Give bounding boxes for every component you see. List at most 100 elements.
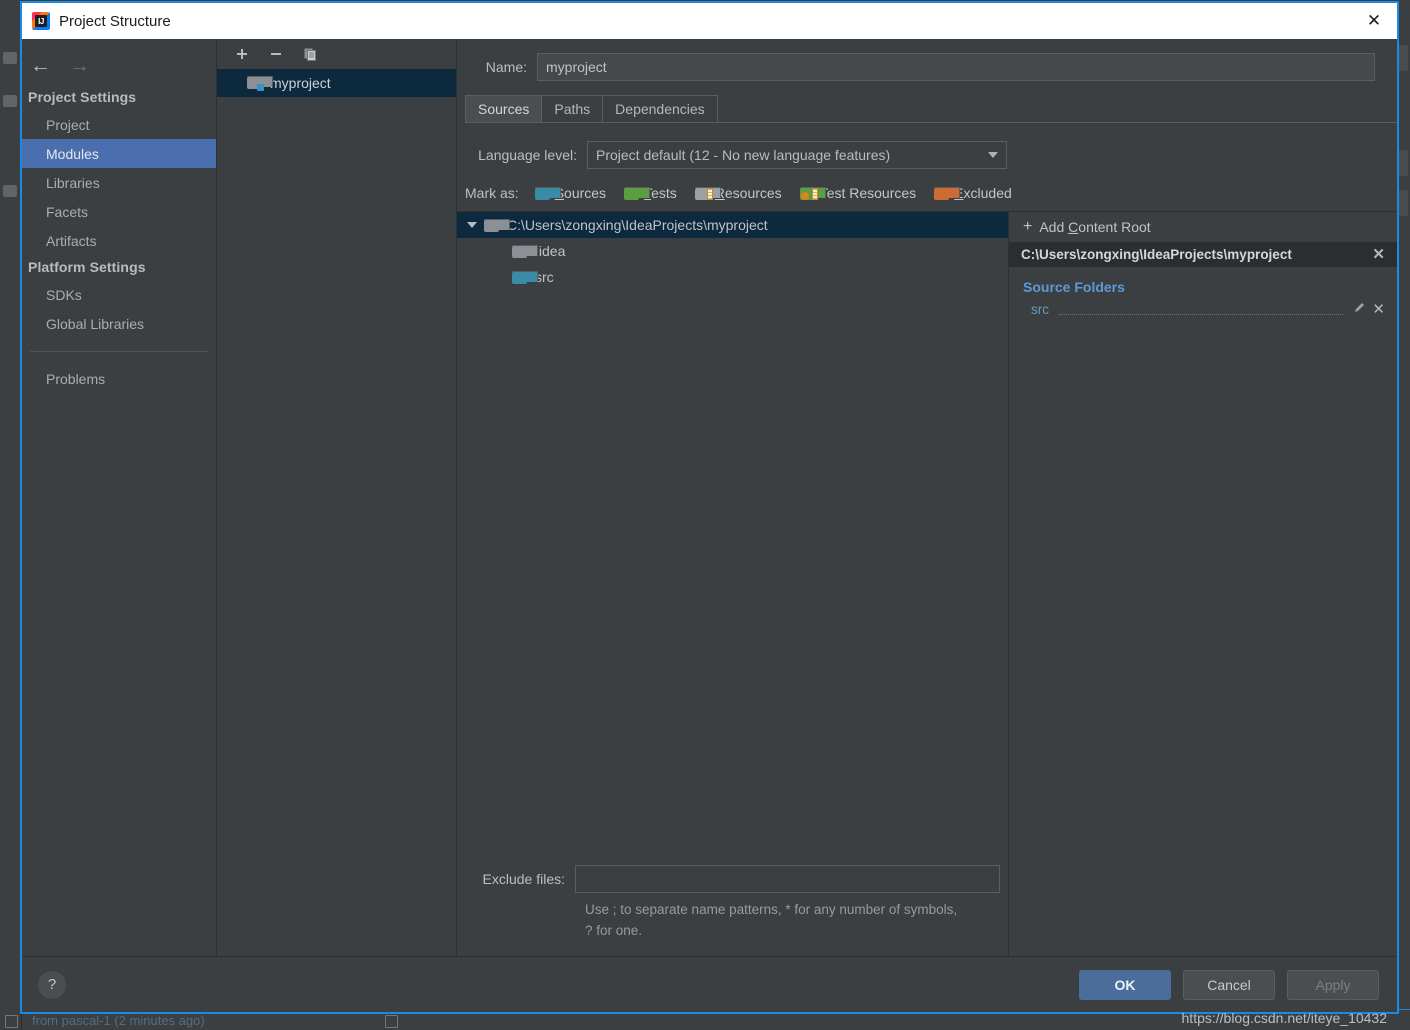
sidebar-item-sdks[interactable]: SDKs: [22, 280, 216, 309]
source-folders-title: Source Folders: [1023, 279, 1125, 295]
sources-content-split: C:\Users\zongxing\IdeaProjects\myproject…: [457, 211, 1397, 956]
dialog-title: Project Structure: [59, 12, 171, 30]
exclude-files-label: Exclude files:: [482, 871, 565, 888]
table-row[interactable]: src: [457, 264, 1008, 290]
exclude-files-input[interactable]: [575, 865, 1000, 894]
mark-as-excluded-button[interactable]: Excluded: [934, 185, 1012, 201]
content-roots-tree: C:\Users\zongxing\IdeaProjects\myproject…: [457, 212, 1008, 865]
language-level-label: Language level:: [478, 147, 577, 163]
module-folder-icon: [247, 76, 273, 91]
cancel-button[interactable]: Cancel: [1183, 969, 1275, 1000]
folder-icon: [484, 218, 510, 232]
edit-pencil-icon[interactable]: [1353, 301, 1366, 317]
sidebar-item-global-libraries[interactable]: Global Libraries: [22, 309, 216, 338]
sidebar-group-project-settings: Project Settings: [28, 89, 137, 105]
resources-folder-icon: [694, 186, 721, 200]
language-level-row: Language level: Project default (12 - No…: [457, 123, 1397, 169]
mark-as-resources-button[interactable]: Resources: [694, 185, 782, 201]
exclude-hint-line-2: ? for one.: [585, 923, 643, 939]
exclude-files-row: Exclude files:: [457, 865, 1000, 894]
toolwindow-icon-3: [3, 185, 17, 197]
remove-content-root-icon[interactable]: ✕: [1372, 247, 1385, 262]
chevron-down-icon[interactable]: [467, 222, 477, 228]
mark-excluded-rest: xcluded: [963, 185, 1012, 201]
ide-vcs-status: from pascal-1 (2 minutes ago): [32, 1013, 205, 1028]
mark-as-label: Mark as:: [465, 185, 519, 201]
tree-node-label: C:\Users\zongxing\IdeaProjects\myproject: [507, 217, 768, 233]
list-item[interactable]: src ✕: [1009, 299, 1397, 319]
sidebar-item-problems[interactable]: Problems: [22, 364, 216, 393]
tab-dependencies[interactable]: Dependencies: [602, 95, 718, 122]
dialog-titlebar: IJ Project Structure ✕: [22, 3, 1397, 39]
sidebar-divider: [30, 351, 208, 352]
sidebar-item-libraries[interactable]: Libraries: [22, 168, 216, 197]
apply-button: Apply: [1287, 969, 1379, 1000]
add-content-root-mnemonic: C: [1068, 219, 1079, 235]
add-content-root-button[interactable]: + Add Content Root: [1009, 212, 1397, 242]
name-label: Name:: [485, 59, 527, 75]
help-button[interactable]: ?: [38, 970, 66, 999]
exclude-hint-line-1: Use ; to separate name patterns, * for a…: [585, 902, 958, 918]
sources-folder-icon: [534, 186, 561, 200]
back-arrow-icon[interactable]: ←: [30, 55, 51, 76]
sidebar-item-artifacts[interactable]: Artifacts: [22, 226, 216, 255]
sidebar-item-project[interactable]: Project: [22, 110, 216, 139]
list-item[interactable]: myproject: [217, 69, 456, 97]
toolwindow-icon-2: [3, 95, 17, 107]
sidebar-group-platform-settings: Platform Settings: [28, 259, 146, 275]
tab-sources[interactable]: Sources: [465, 95, 543, 122]
excluded-folder-icon: [934, 186, 961, 200]
mark-as-row: Mark as: Sources Tests: [457, 169, 1397, 211]
toolwindow-icon-1: [3, 52, 17, 64]
tests-folder-icon: [624, 186, 651, 200]
project-structure-dialog: IJ Project Structure ✕ ← → Project Setti…: [20, 1, 1399, 1026]
exclude-files-hint: Use ; to separate name patterns, * for a…: [585, 900, 1000, 942]
mark-test-resources-rest: Test Resources: [819, 185, 917, 201]
exclude-files-block: Exclude files: Use ; to separate name pa…: [457, 865, 1008, 956]
language-level-dropdown[interactable]: Project default (12 - No new language fe…: [587, 141, 1007, 169]
remove-module-button[interactable]: [267, 45, 285, 63]
intellij-idea-icon: IJ: [32, 12, 50, 30]
ide-left-toolwindow-strip: 1: Project 2: Favorites 7: Structure: [0, 0, 22, 1030]
content-root-details-pane: + Add Content Root C:\Users\zongxing\Ide…: [1009, 212, 1397, 956]
add-module-button[interactable]: [233, 45, 251, 63]
source-folder-name: src: [1031, 301, 1049, 317]
mark-resources-rest: esources: [724, 185, 782, 201]
settings-sidebar: ← → Project Settings Project Modules Lib…: [22, 39, 217, 956]
mark-as-test-resources-button[interactable]: Test Resources: [799, 185, 917, 201]
mark-sources-rest: ources: [564, 185, 607, 201]
module-name-row: Name:: [457, 39, 1397, 81]
language-level-value: Project default (12 - No new language fe…: [596, 147, 891, 163]
plus-icon: +: [1023, 218, 1033, 235]
test-resources-folder-icon: [799, 186, 826, 200]
content-roots-tree-pane: C:\Users\zongxing\IdeaProjects\myproject…: [457, 212, 1009, 956]
tab-paths[interactable]: Paths: [541, 95, 604, 122]
tree-node-label: .idea: [535, 243, 566, 259]
mark-as-sources-button[interactable]: Sources: [534, 185, 607, 201]
module-name: myproject: [270, 75, 331, 91]
sidebar-item-modules[interactable]: Modules: [22, 139, 216, 168]
source-folder-icon: [512, 270, 538, 284]
content-root-header: C:\Users\zongxing\IdeaProjects\myproject…: [1009, 242, 1397, 267]
table-row[interactable]: C:\Users\zongxing\IdeaProjects\myproject: [457, 212, 1008, 238]
mark-tests-rest: ests: [651, 185, 677, 201]
ok-button[interactable]: OK: [1079, 969, 1171, 1000]
content-root-path: C:\Users\zongxing\IdeaProjects\myproject: [1021, 247, 1292, 262]
dialog-button-bar: ? OK Cancel Apply https://blog.csdn.net/…: [22, 956, 1397, 1026]
modules-list-panel: myproject: [217, 39, 457, 956]
close-icon[interactable]: ✕: [1351, 3, 1397, 39]
table-row[interactable]: .idea: [457, 238, 1008, 264]
mark-as-tests-button[interactable]: Tests: [624, 185, 677, 201]
sidebar-nav-arrows: ← →: [22, 45, 216, 85]
forward-arrow-icon[interactable]: →: [69, 55, 90, 76]
remove-source-folder-icon[interactable]: ✕: [1372, 302, 1385, 317]
ide-bottom-icon-left: [5, 1015, 18, 1028]
dotted-leader: [1059, 303, 1344, 315]
chevron-down-icon: [988, 152, 998, 158]
copy-module-button[interactable]: [301, 45, 319, 63]
modules-list: myproject: [217, 69, 456, 956]
ide-bottom-icon-mid: [385, 1015, 398, 1028]
module-name-input[interactable]: [537, 53, 1375, 81]
sidebar-item-facets[interactable]: Facets: [22, 197, 216, 226]
module-editor: Name: Sources Paths Dependencies Languag…: [457, 39, 1397, 956]
